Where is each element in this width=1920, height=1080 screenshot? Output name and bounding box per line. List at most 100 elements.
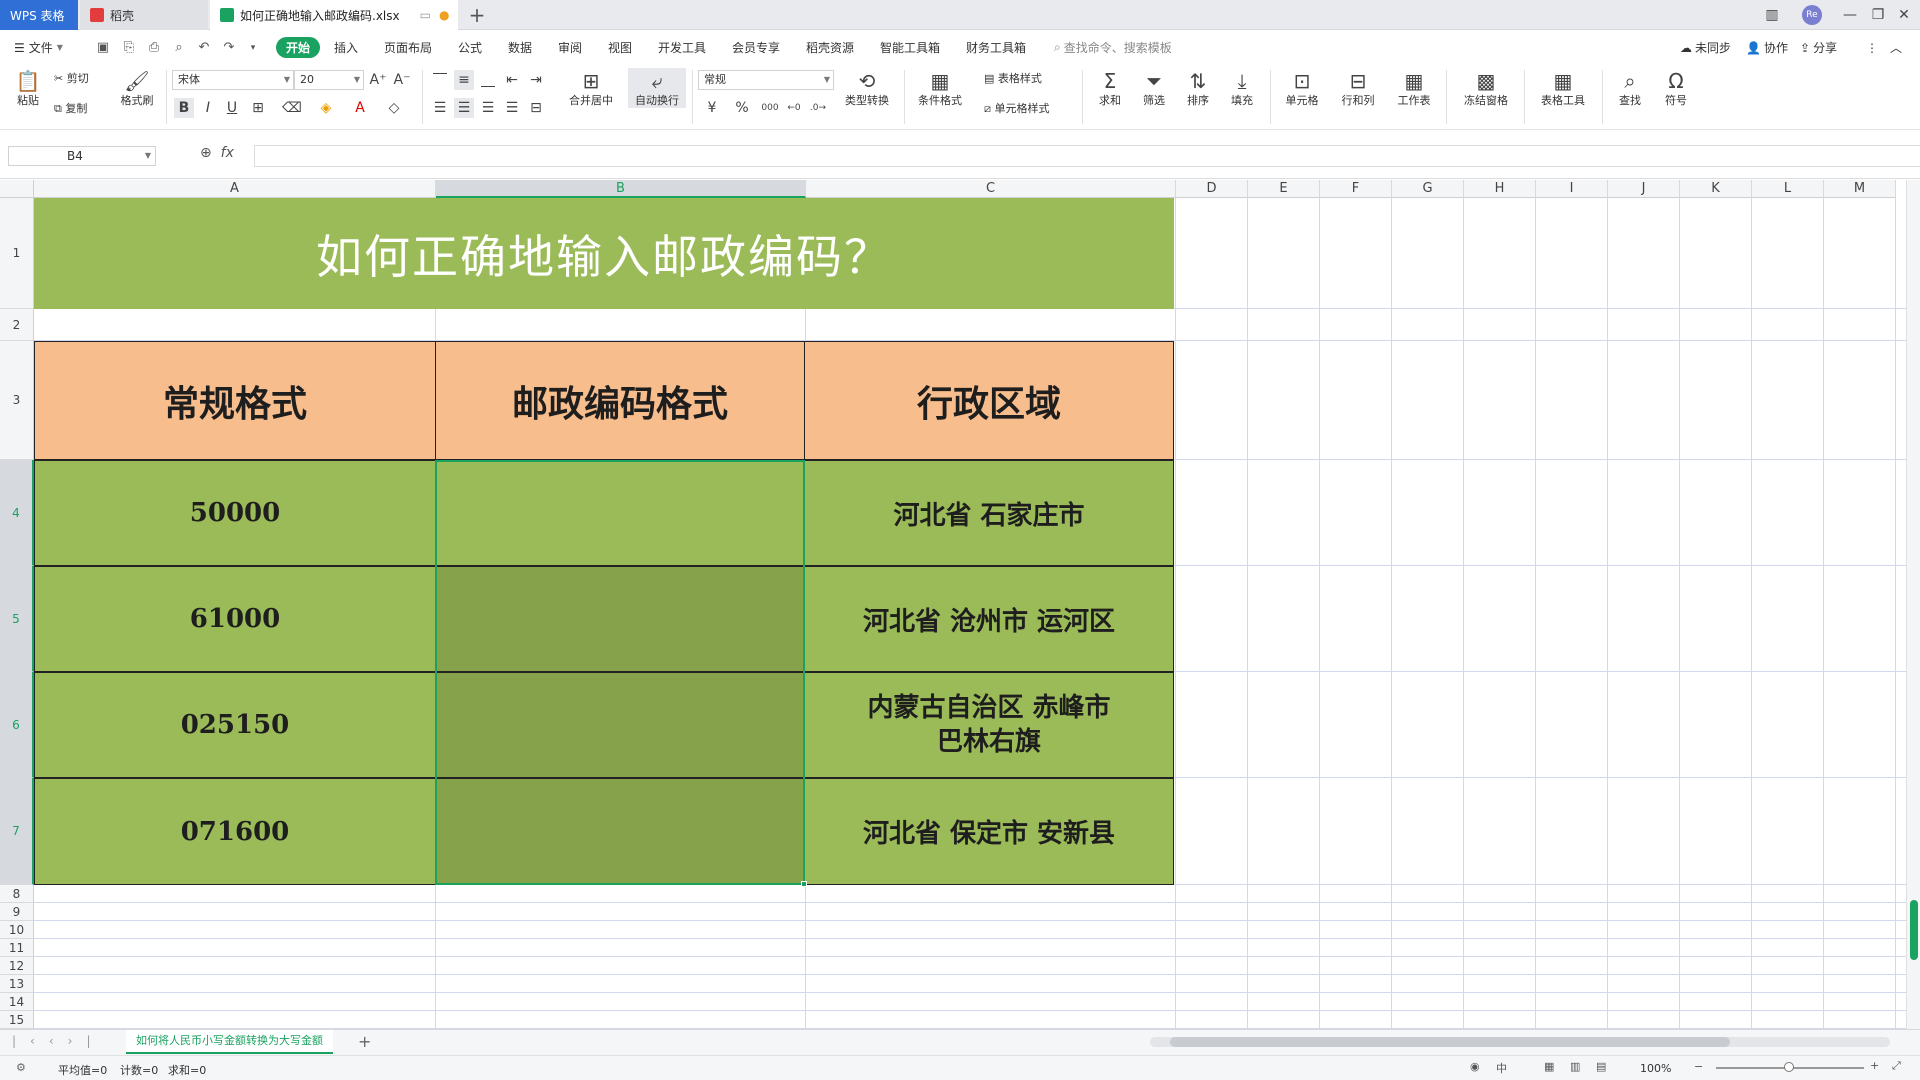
name-box[interactable]: B4 ▼	[8, 146, 156, 166]
align-middle-icon[interactable]: ≡	[454, 70, 474, 90]
region-cell-c6[interactable]: 内蒙古自治区 赤峰市 巴林右旗	[804, 672, 1174, 778]
code-cell-a5[interactable]: 61000	[34, 566, 436, 672]
cell-button[interactable]: ⊡ 单元格	[1278, 68, 1326, 108]
zoom-slider[interactable]	[1716, 1062, 1864, 1072]
spreadsheet-grid[interactable]: ABCDEFGHIJKLM 1 2 3 4 5 6 7 8 9 10 11 12 13 14 15 如何正确…	[0, 180, 1920, 1029]
sync-button[interactable]: ☁ 未同步	[1680, 31, 1731, 64]
justify-icon[interactable]: ☰	[502, 98, 522, 118]
fill-button[interactable]: ⤓ 填充	[1222, 68, 1262, 108]
wrap-text-button[interactable]: ⤶ 自动换行	[628, 68, 686, 108]
table-style-button[interactable]: ▤ 表格样式	[984, 70, 1042, 86]
align-bottom-icon[interactable]: ⎽	[478, 70, 498, 90]
sheet-tab-active[interactable]: 如何将人民币小写金额转换为大写金额	[126, 1030, 333, 1054]
region-cell-c4[interactable]: 河北省 石家庄市	[804, 460, 1174, 566]
postal-cell-b7[interactable]	[435, 778, 805, 885]
align-center-icon[interactable]: ☰	[454, 98, 474, 118]
postal-cell-b6[interactable]	[435, 672, 805, 778]
region-cell-c5[interactable]: 河北省 沧州市 运河区	[804, 566, 1174, 672]
row-header-13[interactable]: 13	[0, 975, 34, 993]
vertical-scroll-thumb[interactable]	[1910, 900, 1918, 960]
menu-page-layout[interactable]: 页面布局	[384, 31, 432, 64]
font-size-select[interactable]: 20 ▼	[294, 70, 364, 90]
fx-icon[interactable]: fx	[221, 145, 234, 161]
column-header-d[interactable]: D	[1176, 180, 1248, 198]
input-method-icon[interactable]: 中	[1496, 1060, 1507, 1076]
menu-formula[interactable]: 公式	[458, 31, 482, 64]
menu-finance-toolbox[interactable]: 财务工具箱	[966, 31, 1026, 64]
sum-button[interactable]: Σ 求和	[1090, 68, 1130, 108]
code-cell-a7[interactable]: 071600	[34, 778, 436, 885]
row-header-5[interactable]: 5	[0, 566, 34, 672]
row-header-4[interactable]: 4	[0, 460, 34, 566]
quick-access-dropdown-icon[interactable]: ▾	[244, 39, 262, 57]
row-header-8[interactable]: 8	[0, 885, 34, 903]
page-break-view-icon[interactable]: ▤	[1596, 1060, 1606, 1073]
font-color-icon[interactable]: A	[350, 98, 370, 118]
font-name-select[interactable]: 宋体 ▼	[172, 70, 294, 90]
row-col-button[interactable]: ⊟ 行和列	[1334, 68, 1382, 108]
clear-format-icon[interactable]: ⌫	[282, 98, 302, 118]
cut-button[interactable]: ✂ 剪切	[54, 70, 89, 86]
region-cell-c7[interactable]: 河北省 保定市 安新县	[804, 778, 1174, 885]
type-convert-button[interactable]: ⟲ 类型转换	[836, 68, 898, 108]
eraser-icon[interactable]: ◇	[384, 98, 404, 118]
decrease-decimal-icon[interactable]: .0→	[808, 98, 828, 118]
sheet-title-cell[interactable]: 如何正确地输入邮政编码？	[34, 198, 1174, 309]
menu-file[interactable]: ☰ 文件 ▼	[14, 31, 63, 64]
column-header-k[interactable]: K	[1680, 180, 1752, 198]
print-preview-icon[interactable]: ⌕	[170, 39, 188, 57]
column-header-g[interactable]: G	[1392, 180, 1464, 198]
collab-button[interactable]: 👤 协作	[1746, 31, 1788, 64]
row-header-6[interactable]: 6	[0, 672, 34, 778]
save-icon[interactable]: ▣	[94, 39, 112, 57]
symbol-button[interactable]: Ω 符号	[1656, 68, 1696, 108]
merge-center-button[interactable]: ⊞ 合并居中	[560, 68, 622, 108]
tab-current-file[interactable]: 如何正确地输入邮政编码.xlsx ▭ ●	[210, 0, 458, 30]
normal-view-icon[interactable]: ▦	[1544, 1060, 1554, 1073]
layout-icon[interactable]: ▥	[1752, 0, 1792, 30]
conditional-format-button[interactable]: ▦ 条件格式	[910, 68, 970, 108]
percent-button[interactable]: %	[732, 98, 752, 118]
menu-member[interactable]: 会员专享	[732, 31, 780, 64]
sheet-nav-arrows[interactable]: |‹‹›|	[12, 1034, 104, 1048]
row-header-11[interactable]: 11	[0, 939, 34, 957]
header-cell-region[interactable]: 行政区域	[804, 341, 1174, 460]
code-cell-a6[interactable]: 025150	[34, 672, 436, 778]
find-button[interactable]: ⌕ 查找	[1610, 68, 1650, 108]
bold-button[interactable]: B	[174, 98, 194, 118]
format-painter-button[interactable]: 🖌 格式刷	[116, 68, 158, 108]
sort-button[interactable]: ⇅ 排序	[1178, 68, 1218, 108]
postal-cell-b4[interactable]	[435, 460, 805, 566]
page-layout-view-icon[interactable]: ▥	[1570, 1060, 1580, 1073]
zoom-icon[interactable]: ⊕	[200, 145, 212, 161]
row-header-15[interactable]: 15	[0, 1011, 34, 1029]
copy-button[interactable]: ⧉ 复制	[54, 100, 87, 116]
menu-daoke-resources[interactable]: 稻壳资源	[806, 31, 854, 64]
column-header-l[interactable]: L	[1752, 180, 1824, 198]
horizontal-scrollbar[interactable]	[1150, 1037, 1890, 1047]
menu-home[interactable]: 开始	[276, 31, 321, 64]
worksheet-button[interactable]: ▦ 工作表	[1390, 68, 1438, 108]
column-header-f[interactable]: F	[1320, 180, 1392, 198]
column-header-a[interactable]: A	[34, 180, 436, 198]
zoom-out-icon[interactable]: −	[1694, 1060, 1703, 1073]
vertical-scrollbar[interactable]	[1906, 180, 1920, 1029]
tab-daoke[interactable]: 稻壳	[80, 0, 208, 30]
tab-wps-app[interactable]: WPS 表格	[0, 0, 78, 30]
thousands-button[interactable]: 000	[760, 98, 780, 118]
export-pdf-icon[interactable]: ⎘	[120, 39, 138, 57]
menu-data[interactable]: 数据	[508, 31, 532, 64]
increase-font-icon[interactable]: A⁺	[368, 70, 388, 90]
increase-decimal-icon[interactable]: ←0	[784, 98, 804, 118]
undo-icon[interactable]: ↶	[195, 39, 213, 57]
border-icon[interactable]: ⊞	[248, 98, 268, 118]
column-header-b[interactable]: B	[436, 180, 806, 198]
distribute-icon[interactable]: ⊟	[526, 98, 546, 118]
header-cell-general-format[interactable]: 常规格式	[34, 341, 436, 460]
underline-button[interactable]: U	[222, 98, 242, 118]
zoom-slider-thumb[interactable]	[1784, 1062, 1794, 1072]
fullscreen-icon[interactable]: ⤢	[1892, 1059, 1901, 1073]
column-header-e[interactable]: E	[1248, 180, 1320, 198]
decrease-font-icon[interactable]: A⁻	[392, 70, 412, 90]
zoom-level[interactable]: 100%	[1640, 1062, 1671, 1075]
